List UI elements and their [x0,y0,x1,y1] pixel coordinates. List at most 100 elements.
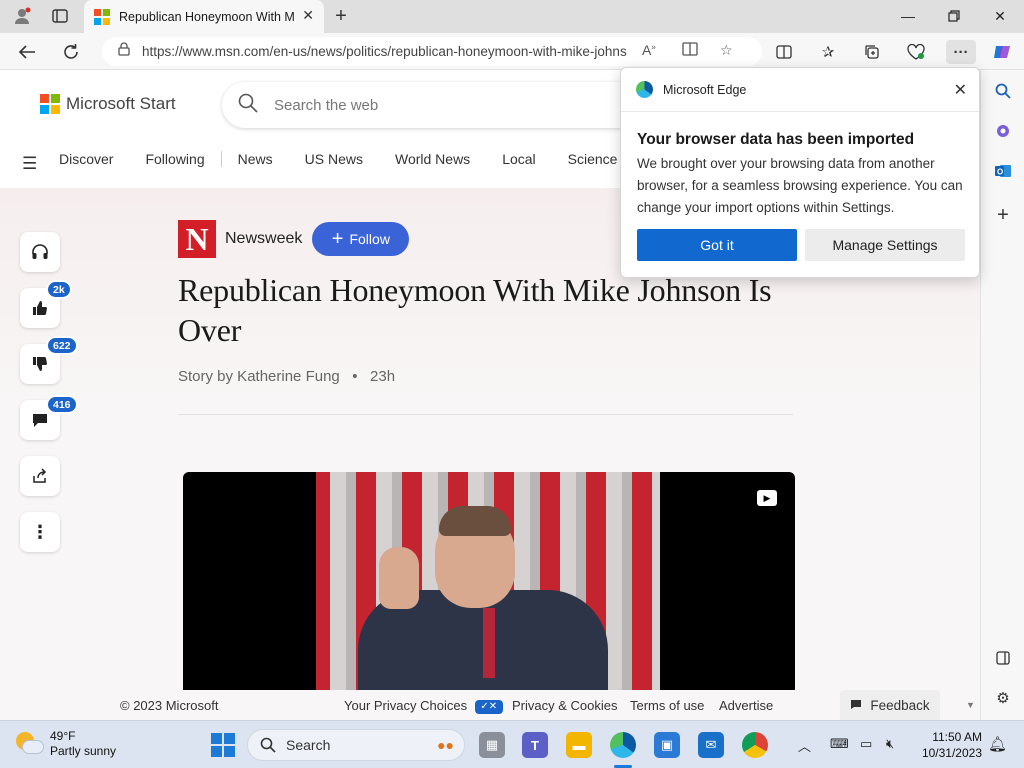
split-screen-icon[interactable] [772,40,796,64]
nav-us-news[interactable]: US News [305,151,363,167]
task-view-icon[interactable]: ▦ [479,732,505,758]
microsoft-start-logo[interactable]: Microsoft Start [40,94,176,114]
tab-actions-icon[interactable] [48,5,72,27]
tray-overflow-icon[interactable]: ︿ [798,736,811,755]
back-icon[interactable] [14,39,40,65]
weather-widget[interactable]: 49°F Partly sunny [14,729,116,759]
notification-bell-icon[interactable]: 🔔︎ [988,735,1007,753]
source-name[interactable]: Newsweek [225,230,302,248]
restore-icon[interactable] [932,4,976,28]
lock-icon[interactable] [118,42,130,61]
teams-icon[interactable]: T [522,732,548,758]
address-bar: https://www.msn.com/en-us/news/politics/… [0,33,1024,70]
search-icon[interactable] [238,93,258,118]
tab-bar: Republican Honeymoon With Mike Johnson I… [0,0,1024,33]
start-icon[interactable] [211,733,235,757]
advertise-link[interactable]: Advertise [719,698,773,713]
url-field[interactable]: https://www.msn.com/en-us/news/politics/… [102,37,762,66]
keyboard-icon[interactable]: ⌨ [830,736,849,752]
article-source: N Newsweek + Follow [178,220,410,258]
comment-count-badge: 416 [46,395,78,414]
tab-close-icon[interactable]: ✕ [302,7,314,24]
scroll-down-icon[interactable]: ▼ [966,700,975,710]
temperature: 49°F [50,729,76,743]
headphones-icon [32,244,48,259]
copyright: © 2023 Microsoft [120,698,219,713]
immersive-reader-icon[interactable] [682,42,698,59]
author: Story by Katherine Fung [178,368,340,385]
partly-sunny-icon [14,732,44,756]
search-input[interactable] [274,96,614,114]
favorite-star-icon[interactable]: ☆ [720,42,733,59]
nav-local[interactable]: Local [502,151,535,167]
profile-icon[interactable] [10,5,34,27]
page-footer: © 2023 Microsoft Your Privacy Choices ✓✕… [0,690,980,720]
clock-date: 10/31/2023 [921,746,982,760]
pumpkin-icon: ●● [437,737,454,753]
follow-label: Follow [349,231,390,247]
file-explorer-icon[interactable]: ▬ [566,732,592,758]
privacy-cookies-link[interactable]: Privacy & Cookies [512,698,617,713]
video-play-icon[interactable]: ▶ [757,490,777,506]
nav-following[interactable]: Following [145,151,204,167]
settings-more-icon[interactable]: ··· [946,40,976,64]
taskbar-search-icon [260,737,276,753]
article-age: 23h [370,368,396,385]
url-text[interactable]: https://www.msn.com/en-us/news/politics/… [142,44,627,59]
popup-close-icon[interactable]: ✕ [954,80,967,100]
nav-news[interactable]: News [238,151,273,167]
share-button[interactable] [20,456,60,496]
got-it-button[interactable]: Got it [637,229,797,261]
chrome-icon[interactable] [742,732,768,758]
active-tab[interactable]: Republican Honeymoon With Mike Johnson I… [84,0,324,33]
refresh-icon[interactable] [58,39,84,65]
edge-logo-icon [636,81,653,98]
manage-settings-button[interactable]: Manage Settings [805,229,965,261]
collections-icon[interactable] [860,40,884,64]
new-tab-icon[interactable]: + [329,5,353,27]
speaker-hair [439,506,511,536]
listen-button[interactable] [20,232,60,272]
store-icon[interactable]: ▣ [654,732,680,758]
display-icon[interactable]: ▭ [860,736,872,752]
edge-taskbar-icon[interactable] [610,732,636,758]
minimize-icon[interactable]: — [886,4,930,28]
system-clock[interactable]: 11:50 AM 10/31/2023 [890,729,982,761]
close-window-icon[interactable]: ✕ [978,4,1022,28]
dislike-count-badge: 622 [46,336,78,355]
privacy-choices-link[interactable]: Your Privacy Choices ✓✕ [344,698,503,714]
sidebar-add-icon[interactable]: + [991,203,1015,227]
taskbar-search[interactable]: Search ●● [247,729,465,761]
copilot-icon[interactable] [990,40,1014,64]
like-count-badge: 2k [46,280,72,299]
feedback-button[interactable]: Feedback [840,690,940,720]
popup-app-name: Microsoft Edge [663,82,747,97]
newsweek-logo[interactable]: N [178,220,216,258]
raised-hand [379,547,419,609]
sidebar-outlook-icon[interactable]: O [991,159,1015,183]
nav-science[interactable]: Science [568,151,618,167]
category-nav: Discover Following News US News World Ne… [59,151,649,167]
plus-icon: + [331,227,344,250]
article-video[interactable]: ▶ [183,472,795,720]
web-search-box[interactable] [222,82,642,128]
nav-discover[interactable]: Discover [59,151,113,167]
import-notification-popup: Microsoft Edge ✕ Your browser data has b… [620,67,980,278]
svg-text:O: O [997,168,1003,177]
sidebar-settings-icon[interactable]: ⚙ [991,686,1015,710]
sidebar-hide-icon[interactable] [991,646,1015,670]
nav-world-news[interactable]: World News [395,151,470,167]
mail-icon[interactable]: ✉ [698,732,724,758]
menu-icon[interactable]: ☰ [22,154,37,174]
edge-sidebar: O + ⚙ [980,70,1024,720]
terms-link[interactable]: Terms of use [630,698,704,713]
more-options-icon[interactable]: ⋮ [20,512,60,552]
sidebar-search-icon[interactable] [991,79,1015,103]
read-aloud-icon[interactable]: A» [642,42,656,58]
favorites-icon[interactable]: ✰ [816,40,840,64]
popup-header: Microsoft Edge [621,68,979,112]
follow-button[interactable]: + Follow [312,222,410,256]
browser-essentials-icon[interactable] [904,40,928,64]
divider [178,414,793,415]
sidebar-copilot-icon[interactable] [991,119,1015,143]
